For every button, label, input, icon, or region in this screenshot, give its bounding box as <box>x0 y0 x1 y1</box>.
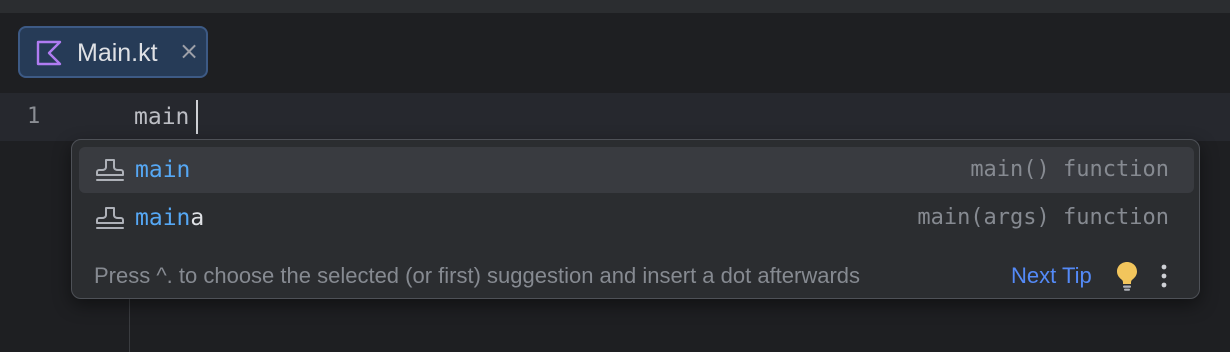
lightbulb-icon <box>1117 262 1137 291</box>
kotlin-file-icon <box>36 40 62 66</box>
close-icon[interactable]: × <box>178 39 200 63</box>
template-stamp-icon <box>96 159 124 181</box>
template-stamp-icon <box>96 207 124 229</box>
tab-label: Main.kt <box>77 39 158 67</box>
code-line-text[interactable]: main <box>134 103 189 131</box>
completion-item-type: main() function <box>970 157 1169 182</box>
ide-window: Main.kt × 1 main main main() function ma… <box>0 0 1230 352</box>
more-vertical-icon[interactable] <box>1156 262 1172 290</box>
line-number: 1 <box>27 104 41 129</box>
completion-footer: Press ^. to choose the selected (or firs… <box>94 260 1184 292</box>
completion-item-maina[interactable]: maina main(args) function <box>79 195 1194 241</box>
next-tip-link[interactable]: Next Tip <box>1011 262 1092 290</box>
top-strip <box>0 0 1230 12</box>
completion-hint-text: Press ^. to choose the selected (or firs… <box>94 263 861 288</box>
completion-item-label: maina <box>135 205 205 231</box>
tab-main-kt[interactable]: Main.kt × <box>18 26 208 78</box>
text-caret <box>196 100 198 134</box>
editor-tab-bar: Main.kt × <box>0 12 1230 93</box>
completion-item-label: main <box>135 157 191 183</box>
completion-popup: main main() function maina main(args) fu… <box>71 139 1200 299</box>
completion-item-type: main(args) function <box>917 205 1169 230</box>
completion-item-main[interactable]: main main() function <box>79 147 1194 193</box>
